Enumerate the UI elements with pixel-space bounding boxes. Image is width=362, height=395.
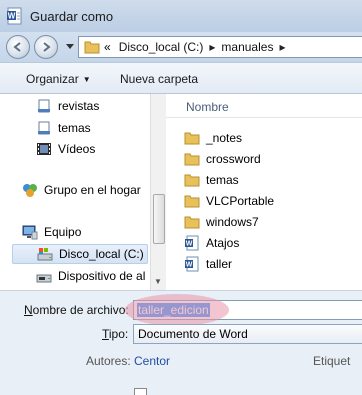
navigation-pane-scrollbar[interactable]: ▼ xyxy=(150,94,166,290)
svg-text:W: W xyxy=(186,262,193,269)
file-item-atajos[interactable]: W Atajos xyxy=(184,233,239,253)
new-folder-label: Nueva carpeta xyxy=(120,72,199,86)
folder-icon xyxy=(184,153,200,166)
file-type-select[interactable]: Documento de Word xyxy=(133,324,362,344)
organize-button[interactable]: Organizar ▼ xyxy=(26,72,91,86)
save-options-panel: Nombre de archivo: taller_edicion Tipo: … xyxy=(0,290,362,395)
address-overflow[interactable]: « xyxy=(104,40,111,54)
file-item-temas[interactable]: temas xyxy=(184,170,239,190)
homegroup-icon xyxy=(23,184,37,197)
chevron-right-icon[interactable]: ▸ xyxy=(209,40,215,54)
tags-label[interactable]: Etiquet xyxy=(313,354,350,368)
nav-item-label: revistas xyxy=(58,99,100,113)
authors-value-link[interactable]: Centor xyxy=(134,354,170,368)
nav-item-label: Equipo xyxy=(44,225,82,239)
nav-item-grupo-hogar[interactable]: Grupo en el hogar xyxy=(22,180,141,200)
navigation-bar: « Disco_local (C:) ▸ manuales ▸ xyxy=(0,32,362,62)
document-library-icon xyxy=(38,99,50,113)
recent-pages-dropdown-icon[interactable] xyxy=(66,44,74,50)
nav-item-temas[interactable]: temas xyxy=(36,118,91,138)
new-folder-button[interactable]: Nueva carpeta xyxy=(120,72,198,86)
authors-label: Autores: xyxy=(86,354,131,368)
svg-text:W: W xyxy=(8,12,16,21)
folder-icon xyxy=(184,174,200,187)
file-item-label: taller xyxy=(206,257,233,271)
svg-text:W: W xyxy=(186,241,193,248)
file-item-taller[interactable]: W taller xyxy=(184,254,232,274)
file-item-label: _notes xyxy=(206,131,243,145)
save-thumbnail-checkbox[interactable] xyxy=(134,388,147,395)
nav-item-label: temas xyxy=(58,121,91,135)
nav-item-label: Vídeos xyxy=(58,142,96,156)
file-item-notes[interactable]: _notes xyxy=(184,128,242,148)
video-library-icon xyxy=(37,143,51,155)
breadcrumb-manuales[interactable]: manuales xyxy=(221,40,273,54)
navigation-pane[interactable]: revistas temas Vídeos Grupo en el hogar … xyxy=(0,94,150,290)
column-header-name[interactable]: Nombre xyxy=(166,94,362,118)
word-document-icon: W xyxy=(185,256,199,272)
nav-item-equipo[interactable]: Equipo xyxy=(22,222,81,242)
computer-icon xyxy=(22,225,38,240)
folder-icon xyxy=(184,195,200,208)
nav-item-videos[interactable]: Vídeos xyxy=(36,139,95,159)
word-document-icon: W xyxy=(185,235,199,251)
folder-icon xyxy=(184,216,200,229)
chevron-right-icon[interactable]: ▸ xyxy=(279,40,285,54)
file-item-label: Atajos xyxy=(206,236,240,250)
title-bar: W Guardar como xyxy=(0,0,362,32)
local-disk-icon xyxy=(37,248,53,261)
file-item-label: temas xyxy=(206,173,239,187)
document-library-icon xyxy=(38,121,50,135)
filename-label: Nombre de archivo: xyxy=(24,303,129,317)
nav-item-label: Grupo en el hogar xyxy=(44,183,141,197)
file-item-label: crossword xyxy=(206,152,261,166)
address-bar[interactable]: « Disco_local (C:) ▸ manuales ▸ xyxy=(78,36,362,58)
type-label: Tipo: xyxy=(102,327,129,341)
chevron-down-icon: ▼ xyxy=(82,75,91,84)
file-type-value: Documento de Word xyxy=(138,327,248,341)
forward-button[interactable] xyxy=(34,35,58,59)
arrow-left-icon xyxy=(13,42,21,52)
folder-icon xyxy=(84,41,100,54)
column-header-label: Nombre xyxy=(186,100,229,114)
file-item-label: windows7 xyxy=(206,215,259,229)
folder-icon xyxy=(184,132,200,145)
nav-item-label: Dispositivo de al xyxy=(58,269,146,283)
command-bar: Organizar ▼ Nueva carpeta xyxy=(0,62,362,94)
file-item-windows7[interactable]: windows7 xyxy=(184,212,259,232)
organize-label: Organizar xyxy=(26,72,79,86)
file-item-vlcportable[interactable]: VLCPortable xyxy=(184,191,274,211)
file-item-crossword[interactable]: crossword xyxy=(184,149,261,169)
word-app-icon: W xyxy=(7,7,22,25)
storage-device-icon xyxy=(36,274,52,283)
back-button[interactable] xyxy=(6,35,30,59)
nav-item-dispositivo[interactable]: Dispositivo de al xyxy=(36,266,145,286)
nav-item-disco-local[interactable]: Disco_local (C:) xyxy=(12,244,148,264)
breadcrumb-disco-local[interactable]: Disco_local (C:) xyxy=(119,40,204,54)
file-item-label: VLCPortable xyxy=(206,194,275,208)
window-title: Guardar como xyxy=(30,8,114,24)
nav-item-revistas[interactable]: revistas xyxy=(36,96,99,116)
file-list[interactable]: Nombre _notes crossword temas VLCPortabl… xyxy=(166,94,362,290)
nav-item-label: Disco_local (C:) xyxy=(59,247,144,261)
arrow-right-icon xyxy=(43,42,51,52)
scrollbar-thumb[interactable] xyxy=(153,194,165,244)
scroll-down-arrow-icon[interactable]: ▼ xyxy=(154,277,162,286)
filename-highlight-annotation xyxy=(125,294,229,326)
